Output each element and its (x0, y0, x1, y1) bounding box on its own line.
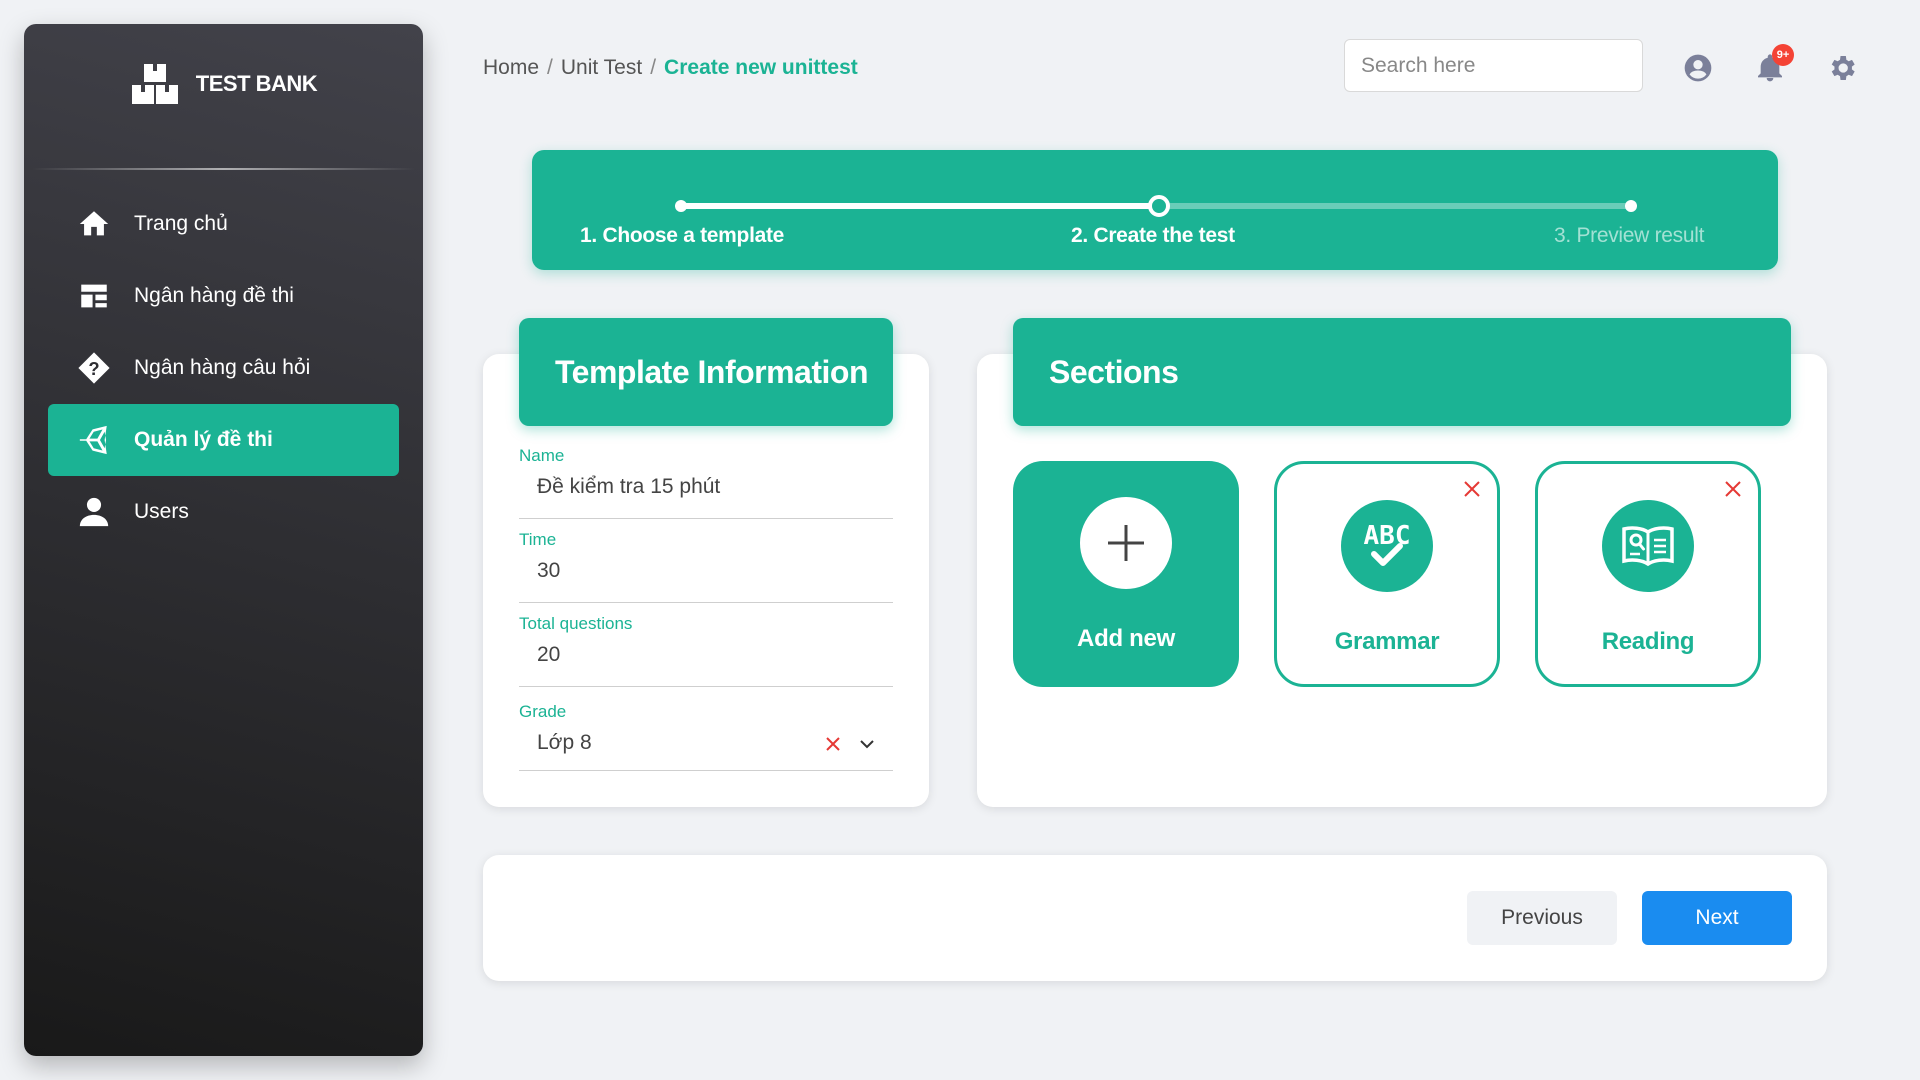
breadcrumb-unit-test[interactable]: Unit Test (561, 56, 642, 80)
sidebar: TEST BANK Trang chủ Ngân hàng đề thi ? N (24, 24, 423, 1056)
notifications-button[interactable]: 9+ (1754, 44, 1794, 84)
total-questions-value[interactable]: 20 (519, 643, 893, 667)
section-label: Reading (1601, 628, 1695, 655)
sidebar-item-label: Trang chủ (134, 212, 228, 235)
boxes-logo-icon (131, 64, 178, 104)
brand-name: TEST BANK (195, 71, 318, 96)
step-label-1[interactable]: 1. Choose a template (580, 224, 784, 248)
breadcrumb-separator: / (650, 56, 657, 79)
name-field[interactable]: Name Đề kiểm tra 15 phút (519, 446, 893, 519)
sidebar-item-exam-management[interactable]: Quản lý đề thi (48, 404, 399, 476)
actions-card (483, 855, 1827, 981)
settings-button[interactable] (1826, 52, 1858, 84)
plus-icon (1108, 525, 1144, 561)
unity-icon (76, 422, 112, 458)
breadcrumb: Home / Unit Test / Create new unittest (483, 56, 858, 80)
sidebar-item-exam-bank[interactable]: Ngân hàng đề thi (48, 260, 399, 332)
notification-badge: 9+ (1772, 44, 1794, 66)
breadcrumb-home[interactable]: Home (483, 56, 539, 80)
time-value[interactable]: 30 (519, 559, 893, 583)
sidebar-divider (32, 168, 415, 170)
remove-section-icon[interactable] (1724, 480, 1742, 498)
name-value[interactable]: Đề kiểm tra 15 phút (519, 475, 893, 499)
add-circle (1080, 497, 1172, 589)
section-tile-reading[interactable]: Reading (1535, 461, 1761, 687)
open-book-icon (1602, 500, 1694, 592)
sidebar-nav: Trang chủ Ngân hàng đề thi ? Ngân hàng c… (24, 188, 423, 548)
svg-text:ABC: ABC (1364, 521, 1411, 551)
step-dot-3[interactable] (1625, 200, 1637, 212)
chevron-down-icon[interactable] (859, 736, 875, 752)
sidebar-item-home[interactable]: Trang chủ (48, 188, 399, 260)
gear-icon (1831, 56, 1855, 80)
time-field[interactable]: Time 30 (519, 530, 893, 603)
sidebar-item-users[interactable]: Users (48, 476, 399, 548)
step-dot-1[interactable] (675, 200, 687, 212)
total-questions-field[interactable]: Total questions 20 (519, 614, 893, 687)
account-icon[interactable] (1682, 52, 1714, 84)
sidebar-item-question-bank[interactable]: ? Ngân hàng câu hỏi (48, 332, 399, 404)
next-button[interactable]: Next (1642, 891, 1792, 945)
stepper-track-remaining (1159, 203, 1631, 209)
add-section-label: Add new (1077, 625, 1175, 652)
progress-stepper: 1. Choose a template 2. Create the test … (532, 150, 1778, 270)
sidebar-item-label: Users (134, 500, 189, 523)
brand[interactable]: TEST BANK (24, 24, 423, 144)
sections-header: Sections (1013, 318, 1791, 426)
app-root: TEST BANK Trang chủ Ngân hàng đề thi ? N (0, 0, 1920, 1080)
sidebar-item-label: Ngân hàng câu hỏi (134, 356, 311, 379)
grade-label: Grade (519, 702, 567, 721)
total-questions-label: Total questions (519, 614, 633, 633)
template-info-header: Template Information (519, 318, 893, 426)
user-icon (76, 494, 112, 530)
sidebar-item-label: Quản lý đề thi (134, 428, 273, 451)
sidebar-item-label: Ngân hàng đề thi (134, 284, 294, 307)
step-dot-2[interactable] (1148, 195, 1170, 217)
question-icon: ? (76, 350, 112, 386)
layout-icon (76, 278, 112, 314)
grade-select[interactable]: Grade Lớp 8 (519, 702, 893, 771)
breadcrumb-separator: / (547, 56, 553, 79)
previous-button[interactable]: Previous (1467, 891, 1617, 945)
name-label: Name (519, 446, 565, 465)
add-section-button[interactable]: Add new (1013, 461, 1239, 687)
remove-section-icon[interactable] (1463, 480, 1481, 498)
section-tile-grammar[interactable]: ABC Grammar (1274, 461, 1500, 687)
section-label: Grammar (1334, 628, 1440, 655)
step-label-3[interactable]: 3. Preview result (1554, 224, 1704, 248)
clear-icon[interactable] (825, 736, 841, 752)
stepper-track-completed (681, 203, 1159, 209)
svg-text:?: ? (88, 358, 99, 379)
home-icon (76, 206, 112, 242)
step-label-2[interactable]: 2. Create the test (1071, 224, 1235, 248)
grade-actions (825, 736, 875, 752)
time-label: Time (519, 530, 557, 549)
abc-check-icon: ABC (1341, 500, 1433, 592)
breadcrumb-current: Create new unittest (664, 56, 858, 79)
search-input[interactable] (1344, 39, 1643, 92)
